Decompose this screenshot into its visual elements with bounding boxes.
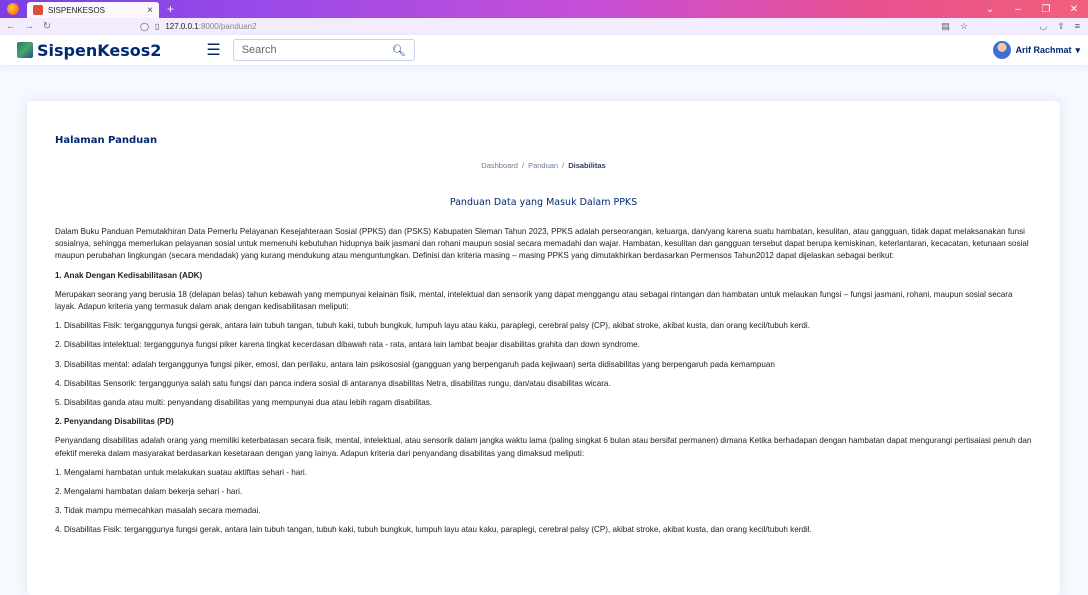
logo-image-icon	[17, 42, 33, 58]
url-text: 127.0.0.1:8000/panduan2	[165, 22, 257, 31]
url-actions: ▤ ☆	[941, 21, 968, 32]
section-heading: 2. Penyandang Disabilitas (PD)	[55, 417, 174, 427]
reload-icon[interactable]: ↻	[40, 21, 54, 32]
section-description: Merupakan seorang yang berusia 18 (delap…	[55, 289, 1013, 312]
search-icon[interactable]: 🔍︎	[392, 44, 406, 57]
list-item: 4. Disabilitas Fisik: terganggunya fungs…	[55, 525, 812, 535]
toolbar-right: ◡ ⇧ ≡	[1039, 21, 1080, 32]
address-bar: ← → ↻ ◯ ▯ 127.0.0.1:8000/panduan2 ▤ ☆ ◡ …	[0, 18, 1088, 35]
browser-tab[interactable]: SISPENKESOS ×	[27, 2, 159, 18]
avatar	[993, 41, 1012, 59]
search-input[interactable]	[241, 44, 392, 56]
tab-title: SISPENKESOS	[48, 5, 105, 15]
share-icon[interactable]: ⇧	[1057, 21, 1065, 32]
list-item: 5. Disabilitas ganda atau multi: penyand…	[55, 398, 433, 408]
list-item: 1. Disabilitas Fisik: terganggunya fungs…	[55, 321, 810, 331]
minimize-button[interactable]: –	[1004, 4, 1032, 15]
close-tab-icon[interactable]: ×	[147, 5, 153, 16]
back-icon[interactable]: ←	[4, 21, 18, 32]
window-controls: ⌄ – ❐ ✕	[976, 0, 1088, 18]
user-name: Arif Rachmat	[1015, 45, 1072, 55]
new-tab-button[interactable]: +	[167, 2, 174, 16]
url-field[interactable]: ◯ ▯ 127.0.0.1:8000/panduan2	[140, 22, 257, 31]
forward-icon[interactable]: →	[22, 21, 36, 32]
guide-title: Panduan Data yang Masuk Dalam PPKS	[449, 197, 638, 208]
user-dropdown[interactable]: Arif Rachmat ▾	[993, 41, 1080, 59]
breadcrumb-current: Disabilitas	[568, 161, 606, 170]
tab-list-icon[interactable]: ⌄	[976, 4, 1004, 15]
intro-paragraph: Dalam Buku Panduan Pemutakhiran Data Pem…	[55, 227, 1029, 261]
pocket-icon[interactable]: ◡	[1039, 21, 1047, 32]
firefox-icon	[7, 3, 19, 15]
reader-mode-icon[interactable]: ▤	[941, 21, 950, 32]
search-bar: 🔍︎	[232, 39, 415, 61]
list-item: 2. Mengalami hambatan dalam bekerja seha…	[55, 487, 243, 497]
brand-logo[interactable]: SispenKesos2	[17, 41, 161, 60]
breadcrumb-panduan[interactable]: Panduan	[528, 161, 558, 170]
brand-name: SispenKesos2	[37, 40, 162, 60]
hamburger-menu-icon[interactable]: ☰	[206, 40, 220, 60]
list-item: 4. Disabilitas Sensorik: terganggunya sa…	[55, 378, 611, 388]
breadcrumb-dashboard[interactable]: Dashboard	[481, 161, 518, 170]
maximize-button[interactable]: ❐	[1032, 4, 1060, 15]
chevron-down-icon: ▾	[1075, 44, 1080, 55]
shield-icon: ◯	[140, 22, 149, 31]
app-header: SispenKesos2 ☰ 🔍︎ Arif Rachmat ▾	[0, 35, 1088, 65]
list-item: 3. Tidak mampu memecahkan masalah secara…	[55, 506, 261, 516]
browser-tab-strip: SISPENKESOS × + ⌄ – ❐ ✕	[0, 0, 1088, 18]
page-icon: ▯	[154, 22, 160, 31]
list-item: 1. Mengalami hambatan untuk melakukan su…	[55, 467, 307, 477]
guide-content: Dalam Buku Panduan Pemutakhiran Data Pem…	[55, 226, 1032, 537]
list-item: 3. Disabilitas mental: adalah terganggun…	[55, 359, 775, 369]
close-window-button[interactable]: ✕	[1060, 4, 1088, 15]
section-heading: 1. Anak Dengan Kedisabilitasan (ADK)	[55, 270, 203, 280]
menu-icon[interactable]: ≡	[1075, 21, 1080, 32]
bookmark-star-icon[interactable]: ☆	[960, 21, 968, 32]
page-title: Halaman Panduan	[55, 135, 158, 146]
guide-card: Halaman Panduan Dashboard / Panduan / Disabi…	[27, 101, 1060, 595]
favicon-icon	[33, 5, 43, 15]
list-item: 2. Disabilitas intelektual: terganggunya…	[55, 340, 640, 350]
section-description: Penyandang disabilitas adalah orang yang…	[55, 436, 1032, 458]
breadcrumb: Dashboard / Panduan / Disabilitas	[481, 161, 606, 170]
